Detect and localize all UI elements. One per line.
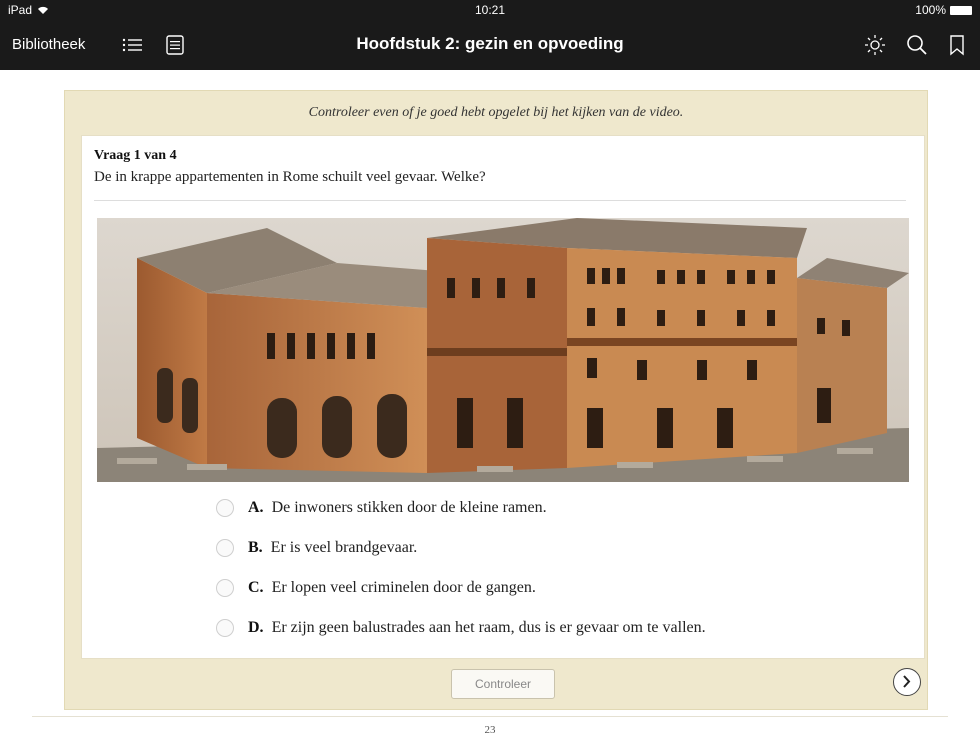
answer-letter: B.	[248, 539, 263, 556]
answer-list: A. De inwoners stikken door de kleine ra…	[216, 488, 706, 648]
answer-letter: D.	[248, 619, 264, 636]
quiz-instruction: Controleer even of je goed hebt opgelet …	[308, 105, 684, 120]
status-time: 10:21	[474, 3, 506, 17]
insula-image	[97, 218, 909, 482]
next-question-button[interactable]	[893, 668, 921, 696]
radio-button[interactable]	[216, 579, 234, 597]
answer-text: Er is veel brandgevaar.	[270, 539, 418, 556]
chapter-title: Hoofdstuk 2: gezin en opvoeding	[356, 34, 624, 53]
question-divider	[94, 200, 906, 201]
answer-option-b[interactable]: B. Er is veel brandgevaar.	[216, 528, 706, 568]
question-card: Vraag 1 van 4 De in krappe appartementen…	[81, 135, 925, 659]
quiz-widget: Controleer even of je goed hebt opgelet …	[64, 90, 928, 710]
page-divider	[32, 716, 948, 717]
brightness-icon[interactable]	[862, 32, 888, 58]
radio-button[interactable]	[216, 619, 234, 637]
answer-letter: A.	[248, 499, 264, 516]
question-number: Vraag 1 van 4	[94, 148, 177, 163]
radio-button[interactable]	[216, 539, 234, 557]
answer-text: Er zijn geen balustrades aan het raam, d…	[271, 619, 706, 636]
answer-letter: C.	[248, 579, 264, 596]
battery-percent: 100%	[915, 3, 946, 17]
status-bar: iPad 10:21 100%	[0, 0, 980, 20]
page-number: 23	[484, 724, 496, 736]
answer-option-d[interactable]: D. Er zijn geen balustrades aan het raam…	[216, 608, 706, 648]
answer-option-c[interactable]: C. Er lopen veel criminelen door de gang…	[216, 568, 706, 608]
answer-text: De inwoners stikken door de kleine ramen…	[271, 499, 547, 516]
battery-icon	[950, 5, 972, 15]
question-text: De in krappe appartementen in Rome schui…	[94, 169, 486, 185]
search-icon[interactable]	[904, 32, 930, 58]
insula-illustration	[97, 218, 909, 482]
answer-text: Er lopen veel criminelen door de gangen.	[271, 579, 536, 596]
battery-status: 100%	[915, 3, 972, 17]
chevron-right-icon	[903, 675, 911, 688]
check-button[interactable]: Controleer	[451, 669, 555, 699]
bookmark-icon[interactable]	[944, 32, 970, 58]
answer-option-a[interactable]: A. De inwoners stikken door de kleine ra…	[216, 488, 706, 528]
reader-toolbar: Bibliotheek Hoofdstuk 2: gezin en opvoed…	[0, 20, 980, 70]
radio-button[interactable]	[216, 499, 234, 517]
